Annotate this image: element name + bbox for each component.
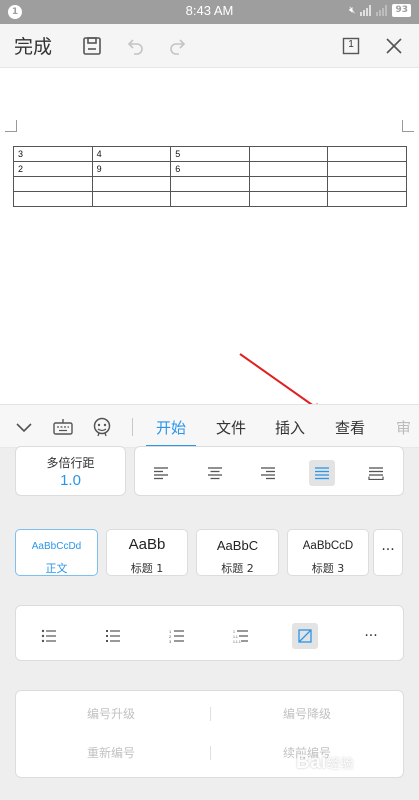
table-cell[interactable]: 3 [13,146,93,162]
tab-insert[interactable]: 插入 [275,417,305,438]
restart-numbering-button[interactable]: 重新编号 [16,744,206,761]
list-group: 123 1 1.1 1.1.1 ··· [15,605,404,661]
tab-file[interactable]: 文件 [216,417,246,438]
table-cell[interactable] [327,191,407,207]
ribbon-tabbar: 开始 文件 插入 查看 审 [0,404,419,448]
table-row [13,176,407,192]
undo-icon[interactable] [123,34,147,58]
square-bullet-list-icon[interactable] [100,623,126,649]
redo-icon[interactable] [166,34,190,58]
table-cell[interactable] [170,176,250,192]
align-distributed-icon[interactable] [363,460,389,486]
margin-corner-right [402,120,414,132]
demote-numbering-button[interactable]: 编号降级 [212,705,402,722]
line-spacing-button[interactable]: 多倍行距 1.0 [15,446,126,496]
align-left-icon[interactable] [148,460,174,486]
table-cell[interactable] [248,176,329,192]
tab-review[interactable]: 审 [396,417,411,438]
style-heading3-label: 标题 3 [311,562,345,575]
document-table[interactable]: 345296 [13,146,407,207]
bullet-list-icon[interactable] [36,623,62,649]
tab-start[interactable]: 开始 [156,417,186,438]
document-canvas[interactable]: 345296 [0,68,419,403]
table-cell[interactable] [327,176,407,192]
multilevel-list-icon[interactable]: 1 1.1 1.1.1 [228,623,254,649]
table-cell[interactable] [91,176,172,192]
ribbon-divider [132,418,133,436]
style-normal-button[interactable]: AaBbCcDd 正文 [15,529,98,576]
signal-secondary-icon [376,5,388,16]
align-center-icon[interactable] [202,460,228,486]
table-cell[interactable]: 5 [170,146,250,162]
style-normal-sample: AaBbCcDd [31,541,82,552]
style-heading1-sample: AaBb [128,536,166,553]
battery-icon: 93 [392,4,411,17]
table-cell[interactable] [327,161,407,177]
no-list-icon[interactable] [292,623,318,649]
table-row: 345 [13,146,407,162]
style-normal-label: 正文 [45,562,68,575]
table-cell[interactable] [248,191,329,207]
page-count-icon[interactable]: 1 [339,34,363,58]
lists-more-button[interactable]: ··· [358,623,384,649]
save-icon[interactable] [80,34,104,58]
mute-icon: 🔇︎ [349,5,356,16]
table-cell[interactable] [248,161,329,177]
promote-numbering-button[interactable]: 编号升级 [16,705,206,722]
table-cell[interactable] [13,176,93,192]
watermark-text: Bai [296,752,328,773]
line-spacing-label: 多倍行距 [46,456,95,470]
alignment-group [134,446,404,496]
line-spacing-value: 1.0 [60,472,81,489]
style-heading2-button[interactable]: AaBbC 标题 2 [196,529,279,576]
editor-toolbar: 完成 1 [0,24,419,68]
style-heading3-button[interactable]: AaBbCcD 标题 3 [287,529,369,576]
svg-text:1.1.1: 1.1.1 [233,640,241,643]
styles-more-button[interactable]: ··· [373,529,403,576]
keyboard-icon[interactable] [51,415,75,439]
style-heading3-sample: AaBbCcD [302,540,354,552]
style-heading1-button[interactable]: AaBb 标题 1 [106,529,188,576]
table-cell[interactable]: 4 [91,146,172,162]
align-justify-icon[interactable] [309,460,335,486]
table-cell[interactable] [248,146,329,162]
table-cell[interactable] [170,191,250,207]
format-panel: 多倍行距 1.0 AaBbCcDd 正文 AaBb 标题 1 AaBbC 标题 … [0,446,419,800]
svg-text:3: 3 [169,639,172,643]
numbering-divider-bottom [210,746,211,760]
status-icons: 🔇︎ 93 [349,4,411,17]
align-right-icon[interactable] [255,460,281,486]
status-bar: 1 8:43 AM 🔇︎ 93 [0,0,419,24]
svg-text:1: 1 [233,630,235,634]
collapse-chevron-icon[interactable] [12,415,36,439]
style-heading2-label: 标题 2 [221,562,254,575]
style-heading2-sample: AaBbC [216,538,259,553]
margin-corner-left [5,120,17,132]
close-icon[interactable] [382,34,406,58]
numbered-list-icon[interactable]: 123 [164,623,190,649]
table-cell[interactable]: 9 [91,161,172,177]
tab-view[interactable]: 查看 [335,417,365,438]
page-count: 1 [348,39,354,50]
assistant-icon[interactable] [90,415,114,439]
table-row [13,191,407,207]
style-heading1-label: 标题 1 [130,562,164,575]
table-cell[interactable] [91,191,172,207]
done-button[interactable]: 完成 [14,32,52,59]
table-cell[interactable]: 6 [170,161,250,177]
svg-text:1.1: 1.1 [233,635,238,639]
table-cell[interactable]: 2 [13,161,93,177]
signal-icon [360,5,372,16]
table-row: 296 [13,161,407,177]
numbering-divider-top [210,707,211,721]
watermark-logo: Bai经验 [296,752,354,774]
watermark-suffix: 经验 [327,756,355,771]
table-cell[interactable] [327,146,407,162]
table-cell[interactable] [13,191,93,207]
